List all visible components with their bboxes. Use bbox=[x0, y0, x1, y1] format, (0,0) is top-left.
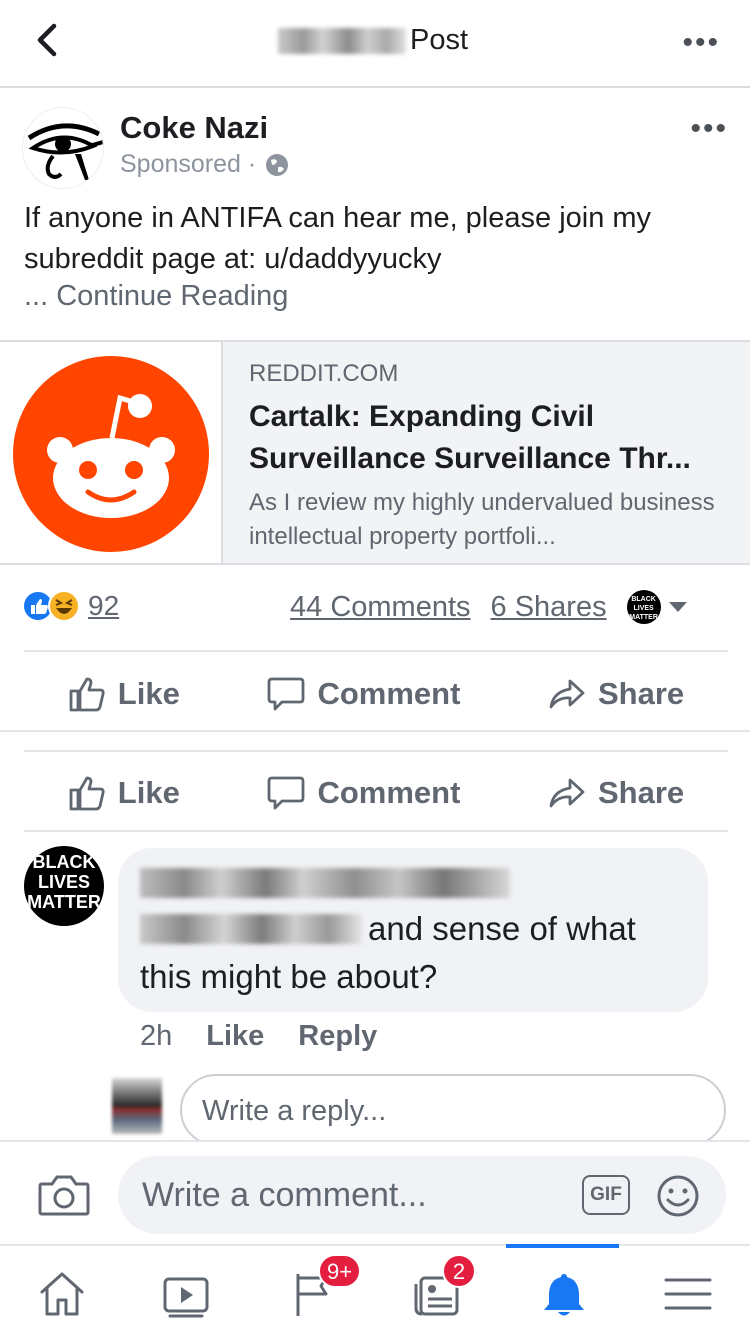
comment-button[interactable]: Comment bbox=[267, 675, 460, 713]
link-preview-card[interactable]: REDDIT.COM Cartalk: Expanding Civil Surv… bbox=[0, 340, 750, 565]
camera-icon[interactable] bbox=[38, 1172, 90, 1218]
reply-input[interactable]: Write a reply... bbox=[180, 1074, 726, 1146]
divider bbox=[24, 750, 728, 752]
post-text: If anyone in ANTIFA can hear me, please … bbox=[24, 202, 652, 275]
comment-label: Comment bbox=[317, 676, 461, 711]
post-stats: 44 Comments 6 Shares BLACK LIVES MATTER bbox=[290, 590, 687, 624]
current-user-avatar bbox=[112, 1078, 162, 1134]
like-label: Like bbox=[117, 676, 180, 711]
reply-placeholder: Write a reply... bbox=[202, 1095, 387, 1127]
comment-placeholder: Write a comment... bbox=[142, 1176, 427, 1214]
emoji-icon[interactable] bbox=[656, 1174, 700, 1218]
divider bbox=[24, 830, 728, 832]
like-button[interactable]: Like bbox=[68, 774, 180, 812]
post-more-options-icon[interactable]: ••• bbox=[690, 112, 728, 146]
link-thumbnail bbox=[0, 342, 223, 563]
avatar-text-line: BLACK bbox=[32, 852, 96, 872]
divider bbox=[24, 650, 728, 652]
reaction-count[interactable]: 92 bbox=[88, 590, 119, 622]
blurred-commenter-name bbox=[140, 868, 510, 898]
share-button[interactable]: Share bbox=[548, 774, 684, 812]
gif-button[interactable]: GIF bbox=[582, 1175, 630, 1215]
comment-timestamp: 2h bbox=[140, 1020, 173, 1052]
share-label: Share bbox=[598, 775, 685, 810]
page-title: Post bbox=[410, 24, 469, 56]
home-icon[interactable] bbox=[36, 1268, 88, 1320]
post-action-bar-secondary: Like Comment Share bbox=[24, 757, 728, 829]
blurred-page-name bbox=[278, 28, 406, 54]
top-nav-bar: Post ••• bbox=[0, 0, 750, 88]
comment-like-link[interactable]: Like bbox=[206, 1020, 264, 1053]
comment-bubble-icon bbox=[268, 776, 305, 810]
like-button[interactable]: Like bbox=[68, 675, 180, 713]
comment-text-line2: this might be about? bbox=[140, 958, 438, 995]
more-options-icon[interactable]: ••• bbox=[682, 26, 720, 60]
comments-count-link[interactable]: 44 Comments bbox=[290, 591, 471, 624]
link-title[interactable]: Cartalk: Expanding Civil Surveillance Su… bbox=[249, 396, 719, 480]
caret-down-icon[interactable] bbox=[668, 602, 687, 612]
link-card-body: REDDIT.COM Cartalk: Expanding Civil Surv… bbox=[223, 342, 750, 563]
notification-badge: 2 bbox=[442, 1254, 476, 1288]
post-meta: Sponsored · bbox=[120, 150, 290, 179]
comment-composer: Write a comment... GIF bbox=[0, 1140, 750, 1246]
globe-icon bbox=[266, 153, 289, 176]
share-arrow-icon bbox=[549, 778, 585, 808]
notification-badge: 9+ bbox=[318, 1254, 362, 1288]
menu-hamburger-icon[interactable] bbox=[662, 1268, 714, 1320]
post-action-bar: Like Comment Share bbox=[24, 658, 728, 730]
bottom-tab-bar: 9+ 2 bbox=[0, 1248, 750, 1334]
avatar-text-line: LIVES bbox=[37, 872, 90, 892]
link-domain: REDDIT.COM bbox=[249, 360, 399, 387]
eye-of-horus-icon bbox=[27, 123, 103, 180]
haha-reaction-icon bbox=[48, 590, 80, 622]
thumbs-up-icon bbox=[69, 776, 105, 811]
author-avatar[interactable] bbox=[22, 107, 104, 189]
comment-meta: 2h Like Reply bbox=[140, 1020, 377, 1053]
watch-video-icon[interactable] bbox=[160, 1268, 212, 1320]
share-arrow-icon bbox=[549, 679, 585, 709]
comment-reply-link[interactable]: Reply bbox=[298, 1020, 377, 1053]
comment-text-line1: and sense of what bbox=[368, 910, 636, 947]
share-button[interactable]: Share bbox=[548, 675, 684, 713]
notifications-bell-icon[interactable] bbox=[538, 1268, 590, 1320]
post-author-name[interactable]: Coke Nazi bbox=[120, 110, 268, 146]
profile-frame-avatar[interactable]: BLACK LIVES MATTER bbox=[626, 590, 661, 624]
share-label: Share bbox=[598, 676, 685, 711]
sponsored-label: Sponsored · bbox=[120, 150, 257, 178]
divider bbox=[0, 730, 750, 732]
reaction-summary[interactable]: 92 bbox=[22, 590, 119, 622]
comment-label: Comment bbox=[317, 775, 461, 810]
like-label: Like bbox=[117, 775, 180, 810]
continue-reading-link[interactable]: ... Continue Reading bbox=[24, 280, 288, 313]
avatar-text-line: MATTER bbox=[27, 892, 101, 912]
comment-bubble-icon bbox=[268, 677, 305, 711]
thumbs-up-icon bbox=[69, 677, 105, 712]
commenter-avatar[interactable]: BLACK LIVES MATTER bbox=[24, 846, 104, 926]
comment-input[interactable]: Write a comment... GIF bbox=[118, 1156, 726, 1234]
link-description: As I review my highly undervalued busine… bbox=[249, 489, 715, 550]
back-arrow-icon[interactable] bbox=[28, 20, 68, 60]
reddit-logo-icon bbox=[13, 356, 209, 552]
shares-count-link[interactable]: 6 Shares bbox=[491, 591, 607, 624]
blurred-comment-text bbox=[140, 914, 362, 944]
comment-button[interactable]: Comment bbox=[267, 774, 460, 812]
